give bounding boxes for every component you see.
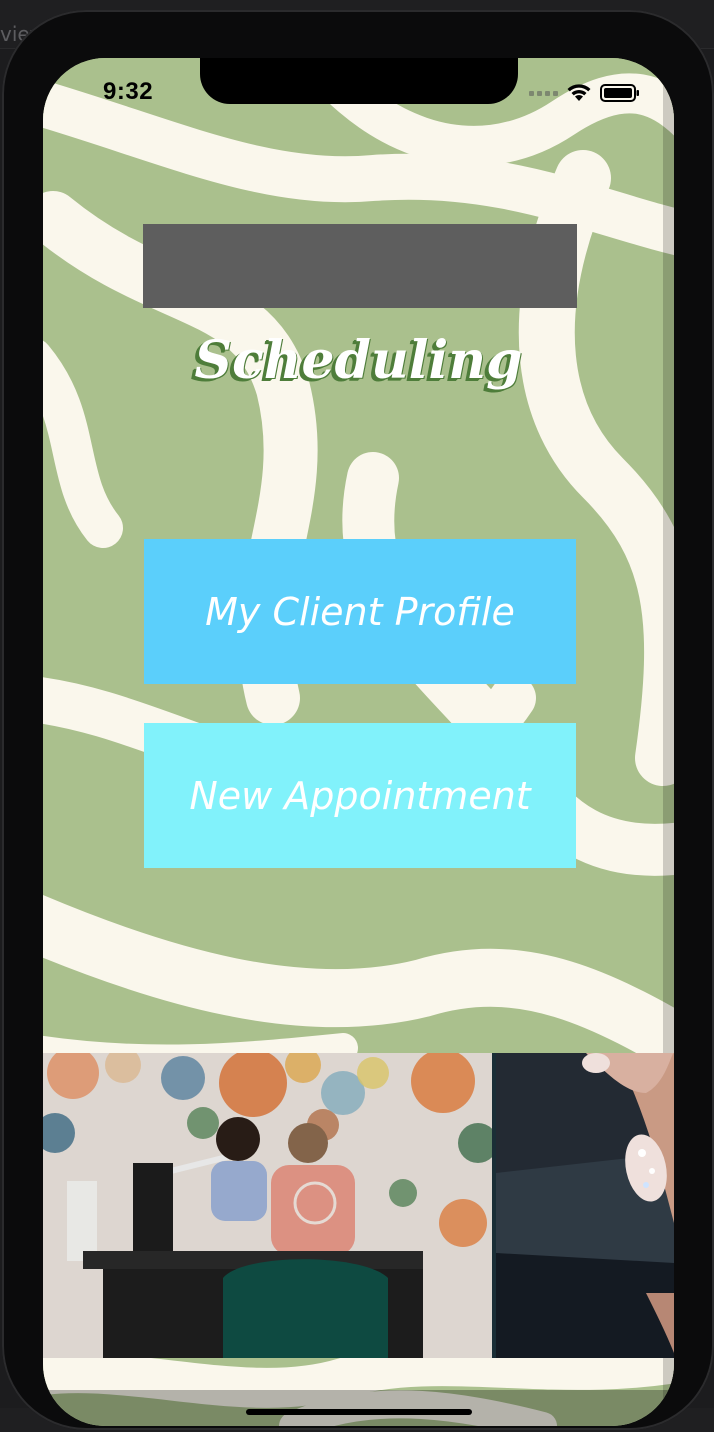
home-indicator[interactable] [246,1409,472,1415]
salon-photo[interactable] [43,1053,492,1358]
status-time: 9:32 [103,78,154,105]
bottom-bar-shade [43,1390,674,1426]
new-appointment-button[interactable]: New Appointment [144,723,576,868]
battery-icon [600,83,640,103]
page-title: Scheduling [194,330,523,391]
status-icons [529,82,640,104]
photo-gallery[interactable] [43,1053,674,1358]
phone-screen: 9:32 Scheduling My Client Profile New Ap… [43,58,674,1426]
notch [200,58,518,104]
nails-photo[interactable] [496,1053,674,1358]
signal-icon [529,90,558,96]
wifi-icon [566,83,592,103]
phone-frame: 9:32 Scheduling My Client Profile New Ap… [2,10,714,1430]
header-placeholder-box [143,224,577,308]
my-client-profile-button[interactable]: My Client Profile [144,539,576,684]
